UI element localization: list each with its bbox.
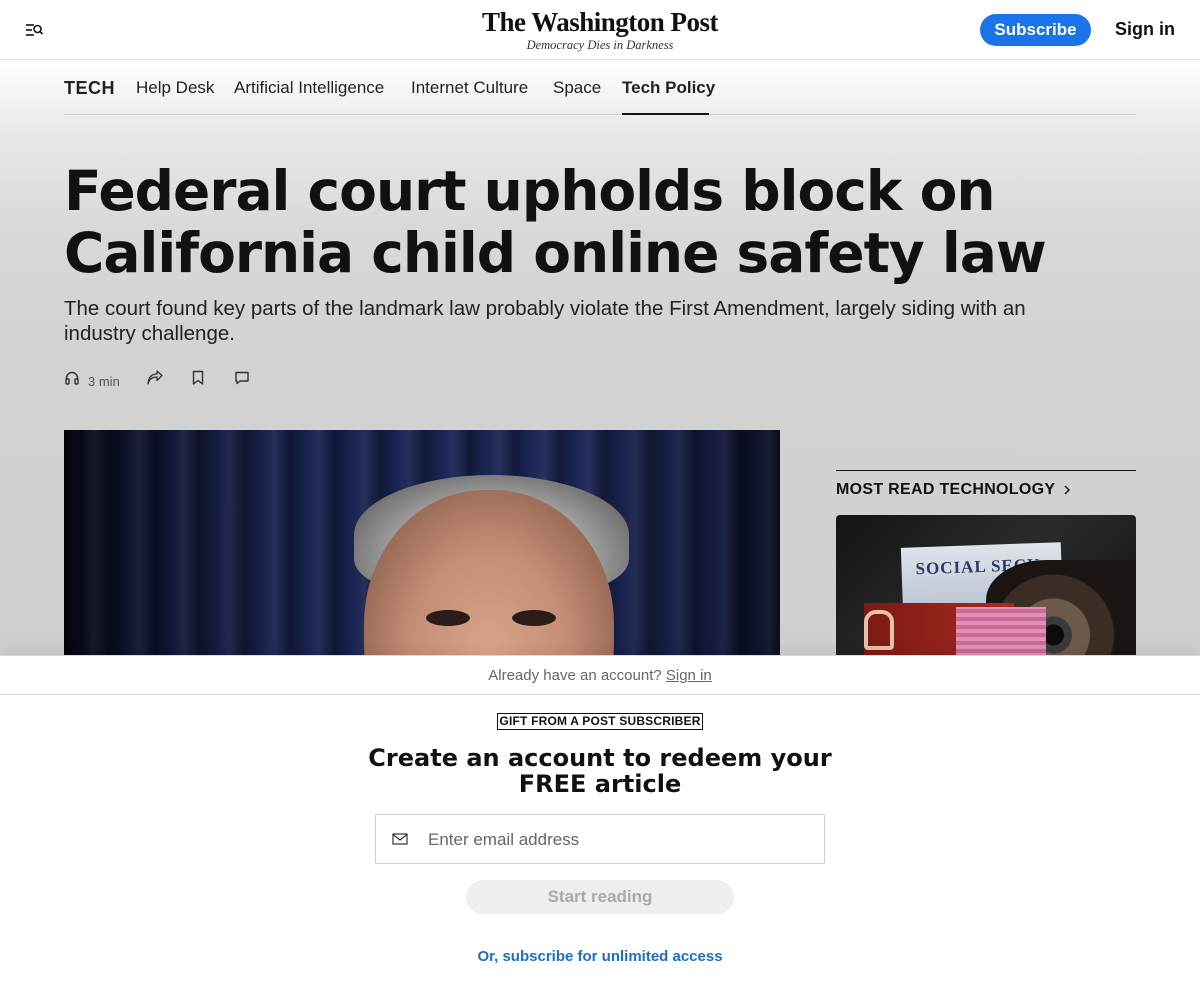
subscribe-unlimited-link[interactable]: Or, subscribe for unlimited access bbox=[400, 948, 800, 965]
section-nav: TECH Help Desk Artificial Intelligence I… bbox=[64, 60, 1136, 115]
lead-image[interactable] bbox=[64, 430, 780, 655]
lock-icon bbox=[864, 610, 894, 650]
glitch-graphic bbox=[956, 607, 1046, 655]
listen-button[interactable] bbox=[64, 370, 80, 386]
comment-icon bbox=[235, 371, 249, 385]
section-label-tech[interactable]: TECH bbox=[64, 78, 115, 99]
email-input[interactable] bbox=[428, 825, 808, 855]
already-account-text: Already have an account? bbox=[488, 667, 662, 684]
most-read-image[interactable]: SOCIAL SECU bbox=[836, 515, 1136, 655]
subscribe-button[interactable]: Subscribe bbox=[980, 14, 1091, 46]
nav-item-help-desk[interactable]: Help Desk bbox=[136, 78, 214, 98]
nav-item-artificial-intelligence[interactable]: Artificial Intelligence bbox=[234, 78, 384, 98]
article-headline: Federal court upholds block on Californi… bbox=[64, 160, 1064, 284]
article-dek: The court found key parts of the landmar… bbox=[64, 297, 1026, 345]
share-icon bbox=[147, 370, 163, 385]
nav-item-internet-culture[interactable]: Internet Culture bbox=[411, 78, 528, 98]
most-read-title-text: MOST READ TECHNOLOGY bbox=[836, 481, 1056, 498]
signin-link[interactable]: Sign in bbox=[1115, 19, 1175, 40]
active-nav-underline bbox=[622, 113, 709, 115]
email-field-container bbox=[375, 814, 825, 864]
top-header: The Washington Post Democracy Dies in Da… bbox=[0, 0, 1200, 60]
account-signin-strip: Already have an account? Sign in bbox=[0, 655, 1200, 695]
paywall-signin-link[interactable]: Sign in bbox=[666, 667, 712, 684]
nav-item-space[interactable]: Space bbox=[553, 78, 601, 98]
bookmark-button[interactable] bbox=[191, 370, 205, 386]
nav-item-tech-policy[interactable]: Tech Policy bbox=[622, 78, 715, 98]
comments-button[interactable] bbox=[234, 370, 250, 386]
listen-time: 3 min bbox=[88, 374, 120, 389]
most-read-module: MOST READ TECHNOLOGY bbox=[836, 470, 1136, 499]
headline-line-1: Federal court upholds block on bbox=[64, 159, 996, 223]
headline-line-2: California child online safety law bbox=[64, 221, 1047, 285]
most-read-heading[interactable]: MOST READ TECHNOLOGY bbox=[836, 481, 1136, 499]
paywall-title: Create an account to redeem your FREE ar… bbox=[300, 745, 900, 797]
chevron-right-icon bbox=[1064, 485, 1071, 495]
paywall-title-line-2: FREE article bbox=[518, 770, 682, 798]
start-reading-button[interactable]: Start reading bbox=[466, 880, 734, 914]
share-button[interactable] bbox=[146, 370, 164, 386]
bookmark-icon bbox=[192, 370, 204, 385]
headphones-icon bbox=[65, 371, 79, 385]
paywall-panel: GIFT FROM A POST SUBSCRIBER Create an ac… bbox=[0, 695, 1200, 1000]
gift-badge: GIFT FROM A POST SUBSCRIBER bbox=[497, 713, 703, 730]
mail-icon bbox=[392, 833, 408, 845]
paywall-title-line-1: Create an account to redeem your bbox=[368, 744, 832, 772]
portrait-eye-right bbox=[512, 610, 556, 626]
portrait-eye-left bbox=[426, 610, 470, 626]
